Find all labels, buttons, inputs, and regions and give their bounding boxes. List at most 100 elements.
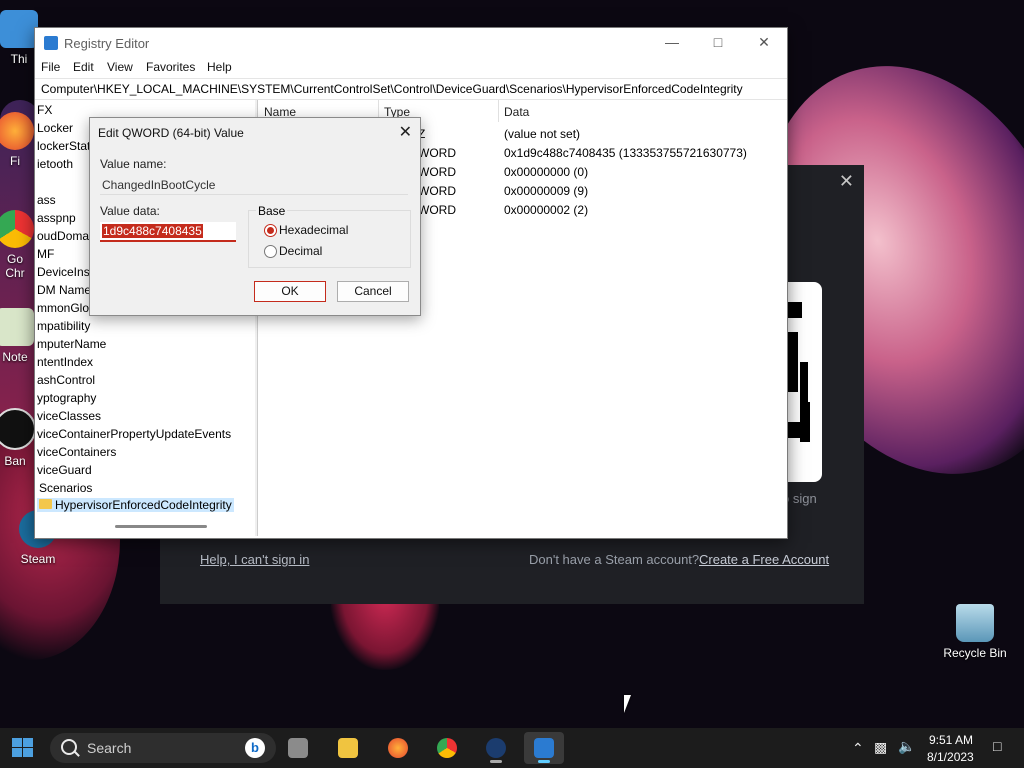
radio-hexadecimal[interactable] [264,224,277,237]
close-button[interactable]: ✕ [741,28,787,56]
close-icon[interactable]: ✕ [839,171,854,192]
value-name-field: ChangedInBootCycle [100,176,408,195]
desktop-icon-label: Steam [20,552,56,566]
task-view-icon [288,738,308,758]
tree-item[interactable]: DM Name [37,283,91,297]
taskbar-search[interactable]: Search b [50,733,276,763]
cancel-button[interactable]: Cancel [337,281,409,302]
tree-item[interactable]: mpatibility [37,319,90,333]
tree-item[interactable]: viceContainers [37,445,116,459]
tree-item[interactable]: viceClasses [37,409,101,423]
chevron-up-icon[interactable]: ⌃ [852,740,864,757]
taskbar-regedit[interactable] [524,732,564,764]
steam-icon [486,738,506,758]
ok-button[interactable]: OK [254,281,326,302]
tree-item[interactable]: mmonGlo [37,301,89,315]
bing-icon[interactable]: b [245,738,265,758]
file-explorer-icon [338,738,358,758]
window-title: Registry Editor [64,36,150,51]
taskbar-steam[interactable] [476,732,516,764]
row-data[interactable]: 0x00000002 (2) [504,203,588,217]
tree-item[interactable]: viceContainerPropertyUpdateEvents [37,427,231,441]
mouse-cursor [624,695,631,713]
qr-module [800,402,810,442]
menu-file[interactable]: File [41,60,60,74]
horizontal-scrollbar[interactable] [115,525,207,528]
tree-item[interactable]: ntentIndex [37,355,93,369]
base-label: Base [256,204,288,218]
regedit-icon [44,36,58,50]
hexadecimal-label[interactable]: Hexadecimal [279,223,348,237]
minimize-button[interactable]: — [649,28,695,56]
tree-item[interactable]: Scenarios [39,481,92,495]
value-name-text: ChangedInBootCycle [102,178,216,192]
search-placeholder: Search [87,740,132,756]
row-type[interactable]: WORD [418,184,456,198]
tree-item[interactable]: Locker [37,121,73,135]
tree-item[interactable]: oudDomai [37,229,92,243]
row-type[interactable]: WORD [418,203,456,217]
windows-logo-icon [23,748,33,757]
tree-item[interactable]: yptography [37,391,96,405]
row-type[interactable]: WORD [418,165,456,179]
volume-icon[interactable]: 🔈 [898,738,915,755]
tree-item-selected[interactable]: HypervisorEnforcedCodeIntegrity [37,498,234,512]
clock-time[interactable]: 9:51 AM [929,733,973,747]
search-icon [61,739,77,755]
menu-help[interactable]: Help [207,60,232,74]
taskbar-task-view[interactable] [278,732,318,764]
maximize-button[interactable]: □ [695,28,741,56]
decimal-label[interactable]: Decimal [279,244,322,258]
tree-item[interactable]: viceGuard [37,463,92,477]
row-data[interactable]: 0x1d9c488c7408435 (133353755721630773) [504,146,747,160]
folder-icon [39,499,52,509]
tree-item[interactable]: MF [37,247,54,261]
qr-module [786,302,802,318]
firefox-icon [0,112,34,150]
column-separator[interactable] [498,100,499,122]
base-groupbox [248,210,411,268]
column-data[interactable]: Data [504,105,529,119]
tree-item[interactable]: asspnp [37,211,76,225]
row-data[interactable]: (value not set) [504,127,580,141]
tree-item[interactable]: ass [37,193,56,207]
taskbar-file-explorer[interactable] [328,732,368,764]
taskbar: Search b ⌃ ▩ 🔈 9:51 AM 8/1/2023 □ [0,728,1024,768]
row-type[interactable]: WORD [418,146,456,160]
desktop-icon-recycle-bin[interactable]: Recycle Bin [940,604,1010,660]
tree-item[interactable]: lockerStat [37,139,90,153]
help-sign-in-link[interactable]: Help, I can't sign in [200,552,309,567]
taskbar-firefox[interactable] [378,732,418,764]
menu-favorites[interactable]: Favorites [146,60,195,74]
clock-date[interactable]: 8/1/2023 [927,750,974,764]
notepad-icon [0,308,34,346]
monitor-icon [0,10,38,48]
menu-edit[interactable]: Edit [73,60,94,74]
start-button[interactable] [12,738,34,758]
address-bar[interactable]: Computer\HKEY_LOCAL_MACHINE\SYSTEM\Curre… [35,78,787,100]
value-data-input[interactable]: 1d9c488c7408435 [100,222,236,242]
row-data[interactable]: 0x00000000 (0) [504,165,588,179]
tree-item[interactable]: ashControl [37,373,95,387]
radio-decimal[interactable] [264,245,277,258]
title-bar[interactable]: Registry Editor — □ ✕ [35,28,787,58]
row-data[interactable]: 0x00000009 (9) [504,184,588,198]
tree-item[interactable]: FX [37,103,52,117]
notification-icon[interactable]: □ [993,738,1001,754]
tree-item[interactable]: DeviceInst [37,265,93,279]
tree-item[interactable]: ietooth [37,157,73,171]
menu-view[interactable]: View [107,60,133,74]
taskbar-chrome[interactable] [427,732,467,764]
recycle-bin-icon [956,604,994,642]
windows-logo-icon [12,738,22,747]
tree-item[interactable]: mputerName [37,337,106,351]
qr-module [788,332,798,392]
value-data-label: Value data: [100,204,160,218]
close-icon[interactable]: ✕ [399,122,412,142]
create-account-link[interactable]: Create a Free Account [699,552,829,567]
edit-qword-dialog: Edit QWORD (64-bit) Value ✕ Value name: … [89,117,421,316]
dialog-title: Edit QWORD (64-bit) Value [98,126,244,140]
tree-item-label: HypervisorEnforcedCodeIntegrity [55,498,232,512]
no-account-text: Don't have a Steam account? [529,552,700,567]
network-icon[interactable]: ▩ [874,739,887,756]
